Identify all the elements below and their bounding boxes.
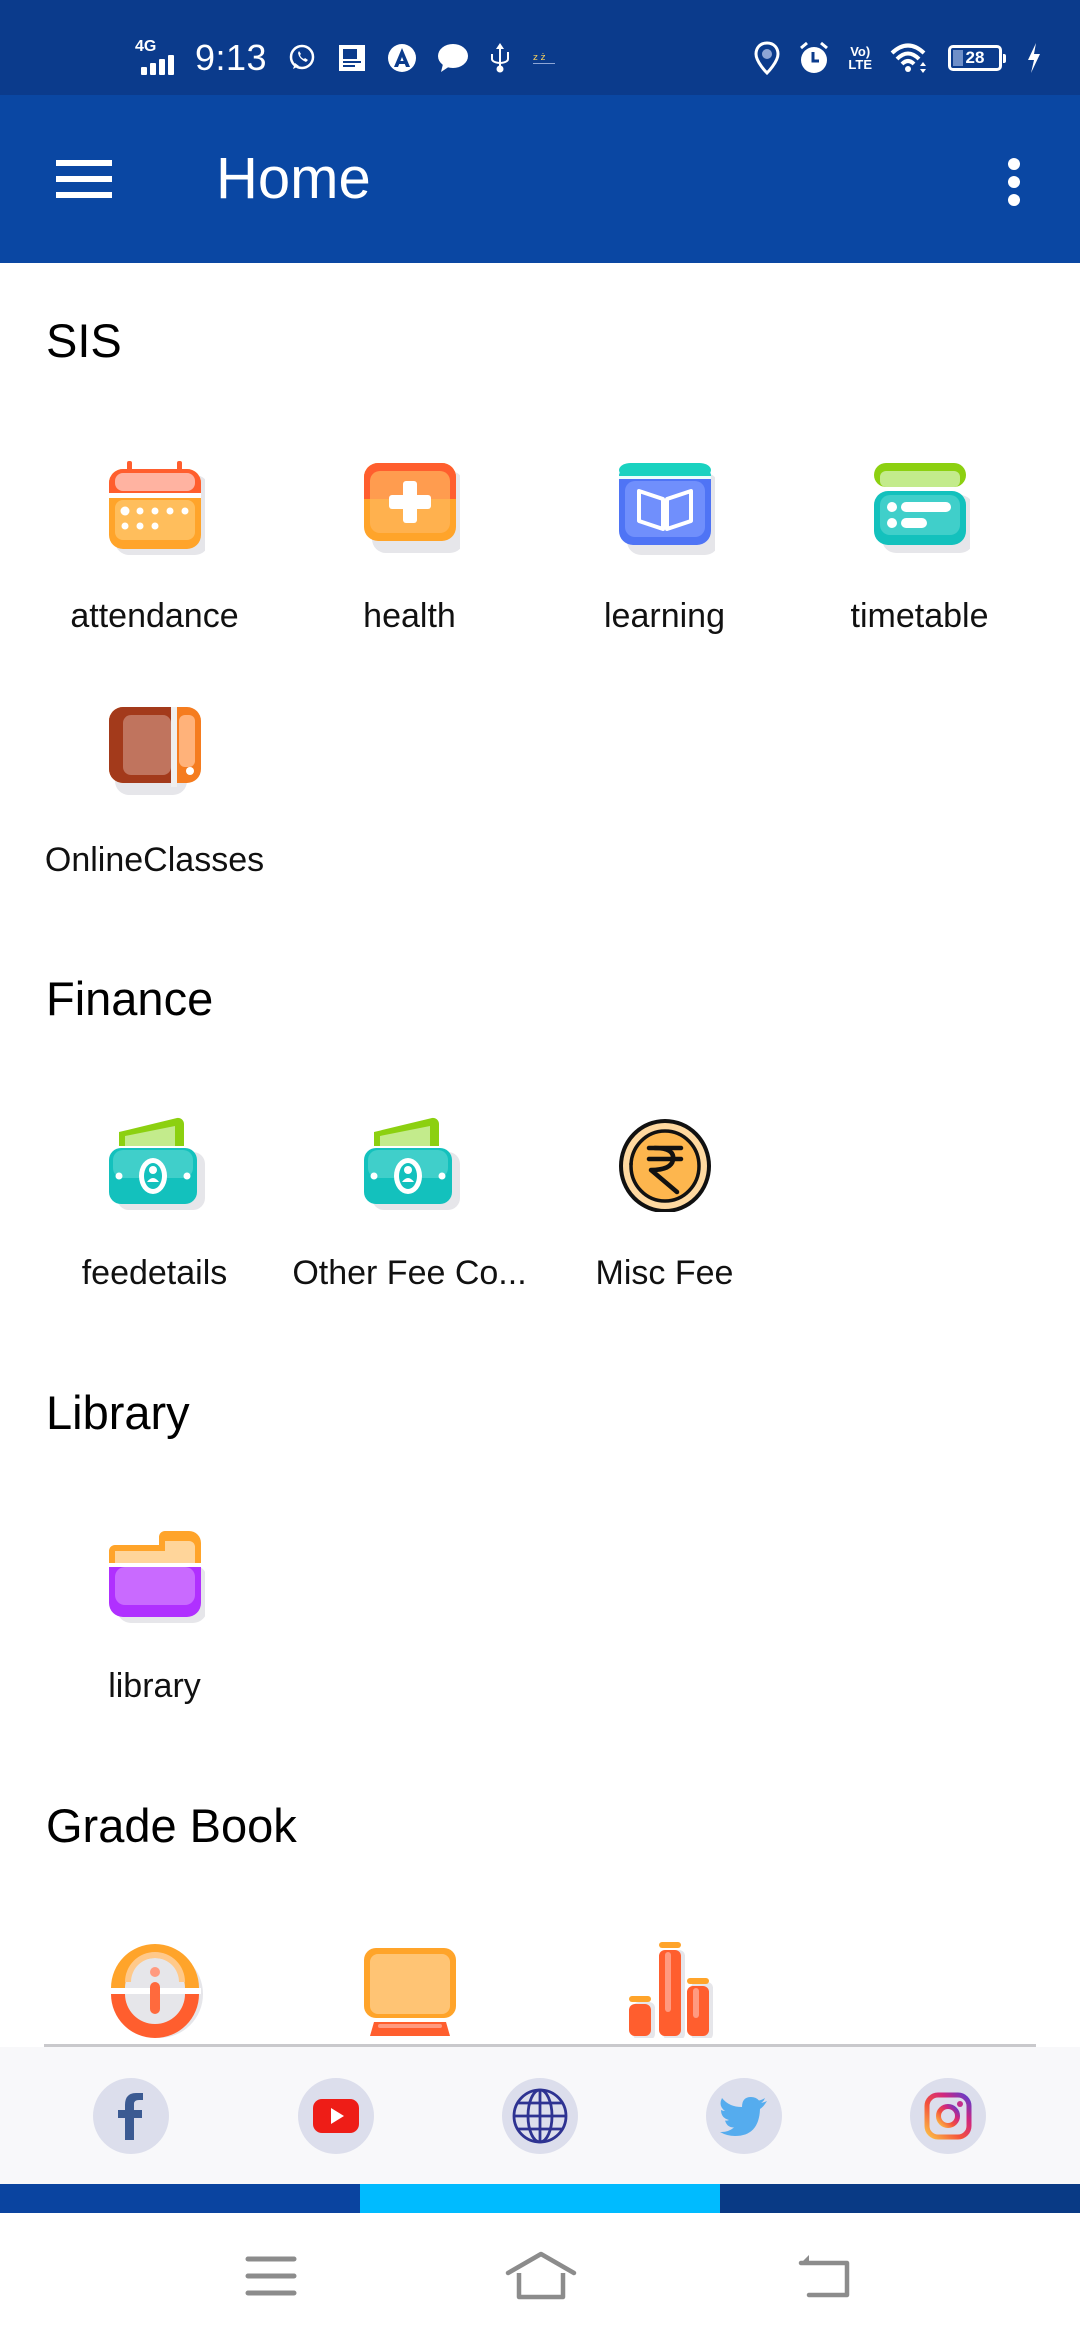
section-title-grade-book: Grade Book xyxy=(46,1799,297,1852)
clock: 9:13 xyxy=(195,37,268,78)
home-icon xyxy=(505,2251,577,2300)
tile-label: timetable xyxy=(850,597,989,635)
tile-health[interactable]: health xyxy=(282,459,537,669)
back-icon xyxy=(798,2255,850,2298)
brand-color-strip xyxy=(0,2184,1080,2213)
status-bar-right: Vo) LTE 28 xyxy=(754,38,1042,78)
usb-icon xyxy=(489,42,511,74)
back-button[interactable] xyxy=(780,2241,870,2311)
recents-button[interactable] xyxy=(226,2241,316,2311)
volte-icon: Vo) LTE xyxy=(848,45,872,71)
more-vert-icon[interactable] xyxy=(990,150,1038,214)
rupee-coin-icon xyxy=(618,1119,711,1212)
hamburger-menu-icon[interactable] xyxy=(40,135,128,223)
twitter-icon[interactable] xyxy=(706,2078,782,2154)
tile-onlineclasses[interactable]: OnlineClasses xyxy=(27,703,282,913)
calendar-icon xyxy=(108,461,205,555)
strip-segment-blue xyxy=(0,2184,360,2213)
cellular-signal-icon: 4G xyxy=(135,39,181,77)
bar-chart-icon xyxy=(628,1942,713,2038)
medical-kit-icon xyxy=(363,463,460,553)
monitor-icon xyxy=(363,1948,456,2036)
svg-text:z ż: z ż xyxy=(533,53,546,63)
tile-gradebook-monitor[interactable] xyxy=(282,1942,537,2045)
tile-label: Other Fee Co... xyxy=(292,1254,527,1292)
info-icon xyxy=(108,1944,203,2038)
tile-label: library xyxy=(108,1667,201,1705)
location-icon xyxy=(754,41,780,75)
battery-level: 28 xyxy=(965,48,985,67)
status-bar-left: 4G 9:13 z ż xyxy=(135,37,557,78)
tile-timetable[interactable]: timetable xyxy=(792,459,1047,669)
globe-icon[interactable] xyxy=(502,2078,578,2154)
app-bar: Home xyxy=(0,95,1080,263)
section-title-library: Library xyxy=(46,1386,190,1439)
tile-label: OnlineClasses xyxy=(44,841,265,879)
open-book-icon xyxy=(618,463,715,555)
page-title: Home xyxy=(216,146,371,211)
tile-gradebook-chart[interactable] xyxy=(537,1942,792,2045)
schedule-list-icon xyxy=(873,463,970,553)
charging-icon xyxy=(1026,42,1042,74)
message-icon xyxy=(437,43,469,73)
tile-attendance[interactable]: attendance xyxy=(27,459,282,669)
document-icon xyxy=(337,43,367,73)
tile-library[interactable]: library xyxy=(27,1529,282,1739)
tile-feedetails[interactable]: feedetails xyxy=(27,1116,282,1326)
system-navigation-bar xyxy=(0,2213,1080,2340)
home-content[interactable]: SIS attendance health learning timetable… xyxy=(0,263,1080,2045)
battery-icon: 28 xyxy=(948,45,1006,71)
facebook-icon[interactable] xyxy=(93,2078,169,2154)
section-title-finance: Finance xyxy=(46,972,214,1025)
instagram-icon[interactable] xyxy=(910,2078,986,2154)
tile-label: health xyxy=(363,597,456,635)
whatsapp-icon xyxy=(287,43,317,73)
tile-misc-fee[interactable]: Misc Fee xyxy=(537,1116,792,1326)
misc-icon: z ż xyxy=(531,48,557,68)
tile-learning[interactable]: learning xyxy=(537,459,792,669)
tile-gradebook-info[interactable] xyxy=(27,1942,282,2045)
alarm-icon xyxy=(798,41,830,75)
tablet-icon xyxy=(108,707,201,795)
network-type: 4G xyxy=(135,38,157,55)
money-icon xyxy=(363,1117,460,1210)
app-a-icon xyxy=(387,43,417,73)
volte-bottom-text: LTE xyxy=(848,57,872,72)
youtube-icon[interactable] xyxy=(298,2078,374,2154)
money-icon xyxy=(108,1117,205,1210)
social-links-bar xyxy=(0,2047,1080,2184)
folder-icon xyxy=(108,1531,205,1623)
status-bar: 4G 9:13 z ż Vo) LTE 28 xyxy=(0,0,1080,95)
section-title-sis: SIS xyxy=(46,314,122,367)
wifi-icon xyxy=(890,42,930,74)
recents-icon xyxy=(245,2256,297,2296)
tile-label: learning xyxy=(604,597,725,635)
tile-label: attendance xyxy=(70,597,239,635)
tile-other-fee[interactable]: Other Fee Co... xyxy=(282,1116,537,1326)
tile-label: feedetails xyxy=(81,1254,228,1292)
home-button[interactable] xyxy=(496,2241,586,2311)
strip-segment-cyan xyxy=(360,2184,720,2213)
strip-segment-navy xyxy=(720,2184,1080,2213)
tile-label: Misc Fee xyxy=(595,1254,734,1292)
